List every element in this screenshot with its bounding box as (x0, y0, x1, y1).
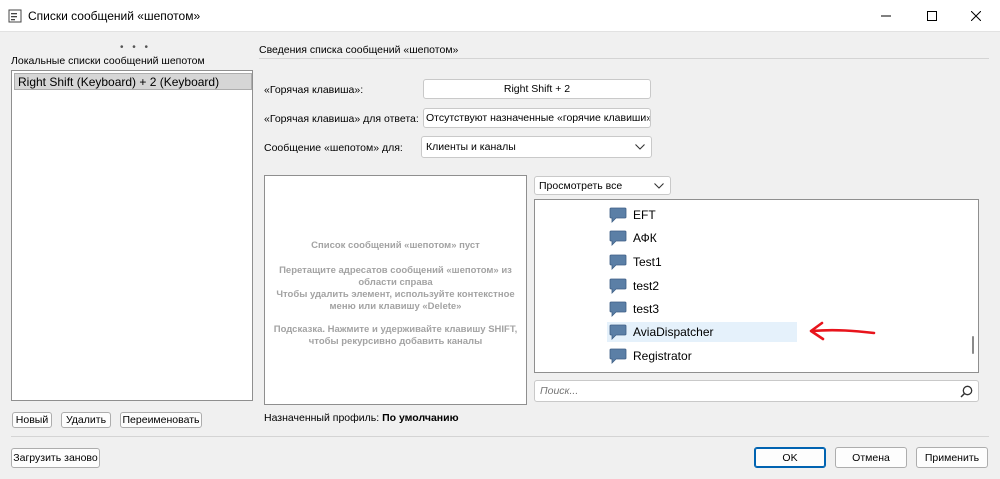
channel-icon (609, 278, 627, 294)
channel-icon (609, 254, 627, 270)
channel-icon (609, 301, 627, 317)
tree-item-label: test3 (633, 302, 660, 316)
reload-button[interactable]: Загрузить заново (11, 448, 100, 468)
tree-item-test1[interactable]: Test1 (609, 252, 662, 272)
tree-item-label: Registrator (633, 349, 692, 363)
cancel-button[interactable]: Отмена (835, 447, 907, 468)
app-icon (8, 9, 22, 23)
view-filter-dropdown[interactable]: Просмотреть все (534, 176, 671, 195)
empty-list-title: Список сообщений «шепотом» пуст (311, 240, 480, 251)
tree-item-eft[interactable]: EFT (609, 205, 656, 225)
ok-button[interactable]: OK (754, 447, 826, 468)
assigned-profile-label: Назначенный профиль: (264, 412, 380, 424)
close-button[interactable] (954, 0, 998, 32)
channel-icon (609, 324, 627, 340)
search-icon[interactable] (960, 385, 973, 398)
whisper-for-value: Клиенты и каналы (426, 141, 516, 153)
search-box[interactable] (534, 380, 979, 402)
hotkey-field[interactable]: Right Shift + 2 (423, 79, 651, 99)
maximize-icon (927, 11, 937, 21)
tree-item-label: АФК (633, 231, 657, 245)
minimize-icon (881, 15, 891, 17)
header-divider (259, 58, 989, 59)
channel-icon (609, 230, 627, 246)
whisper-for-label: Сообщение «шепотом» для: (264, 142, 403, 154)
tree-item-registrator[interactable]: Registrator (609, 346, 692, 366)
minimize-button[interactable] (864, 0, 908, 32)
apply-button[interactable]: Применить (916, 447, 988, 468)
window-title: Списки сообщений «шепотом» (28, 9, 201, 23)
tree-item-test3[interactable]: test3 (609, 299, 659, 319)
tree-item-label: AviaDispatcher (633, 325, 714, 339)
local-lists-listbox[interactable]: Right Shift (Keyboard) + 2 (Keyboard) (11, 70, 253, 401)
reply-hotkey-field[interactable]: Отсутствуют назначенные «горячие клавиши… (423, 108, 651, 128)
empty-list-hint-delete: Чтобы удалить элемент, используйте конте… (276, 289, 515, 312)
whisper-targets-list[interactable]: Список сообщений «шепотом» пуст Перетащи… (264, 175, 527, 405)
details-header: Сведения списка сообщений «шепотом» (259, 44, 459, 56)
close-icon (971, 11, 981, 21)
local-lists-header: Локальные списки сообщений шепотом (11, 55, 205, 67)
rename-button[interactable]: Переименовать (120, 412, 202, 428)
search-input[interactable] (538, 383, 948, 399)
footer-divider (11, 436, 989, 437)
hotkey-label: «Горячая клавиша»: (264, 84, 364, 96)
reply-hotkey-label: «Горячая клавиша» для ответа: (264, 113, 419, 125)
splitter-grip-icon[interactable]: • • • (120, 42, 151, 53)
tree-item-label: test2 (633, 279, 660, 293)
tree-item-test2[interactable]: test2 (609, 276, 659, 296)
new-button[interactable]: Новый (12, 412, 52, 428)
tree-item-afk[interactable]: АФК (609, 228, 657, 248)
chevron-down-icon (654, 182, 664, 189)
tree-item-aviadispatcher[interactable]: AviaDispatcher (607, 322, 797, 342)
chevron-down-icon (635, 144, 645, 150)
title-bar: Списки сообщений «шепотом» (0, 0, 1000, 32)
delete-button[interactable]: Удалить (61, 412, 111, 428)
annotation-arrow-icon (809, 321, 876, 341)
empty-list-hint-drag: Перетащите адресатов сообщений «шепотом»… (279, 265, 512, 288)
whisper-for-dropdown[interactable]: Клиенты и каналы (421, 136, 652, 158)
channel-icon (609, 348, 627, 364)
scrollbar-thumb[interactable] (972, 336, 974, 354)
assigned-profile: Назначенный профиль: По умолчанию (264, 412, 459, 424)
tree-item-label: Test1 (633, 255, 662, 269)
assigned-profile-value: По умолчанию (382, 412, 459, 424)
channel-tree[interactable]: EFT АФК Test1 test2 test3 AviaDispatcher… (534, 199, 979, 373)
channel-icon (609, 207, 627, 223)
list-item[interactable]: Right Shift (Keyboard) + 2 (Keyboard) (14, 73, 252, 90)
maximize-button[interactable] (910, 0, 954, 32)
empty-list-hint-shift: Подсказка. Нажмите и удерживайте клавишу… (273, 324, 518, 347)
tree-item-label: EFT (633, 208, 656, 222)
view-filter-value: Просмотреть все (539, 179, 623, 192)
